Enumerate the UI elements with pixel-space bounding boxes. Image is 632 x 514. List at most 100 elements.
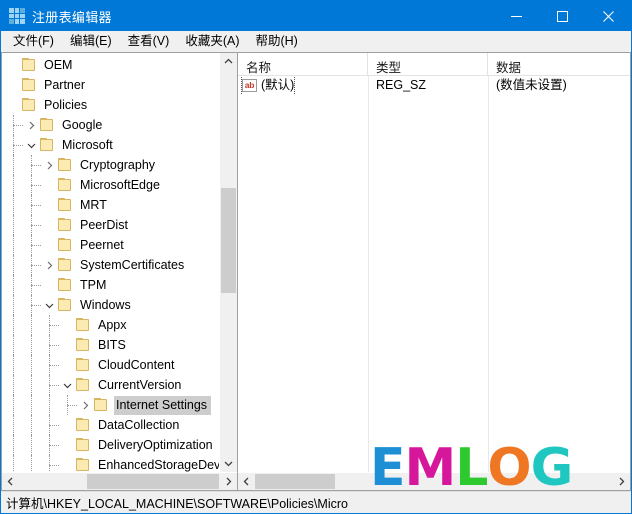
tree-guide-line bbox=[31, 245, 41, 247]
tree-item[interactable]: MRT bbox=[2, 195, 220, 215]
tree-item[interactable]: Policies bbox=[2, 95, 220, 115]
tree-item-label: OEM bbox=[44, 57, 73, 72]
scroll-right-arrow-icon[interactable] bbox=[220, 473, 237, 490]
tree-guide-line bbox=[49, 365, 59, 367]
folder-icon bbox=[75, 358, 91, 372]
value-name-cell[interactable]: ab (默认) bbox=[238, 76, 368, 95]
tree-item[interactable]: OEM bbox=[2, 55, 220, 75]
tree-guide-line bbox=[49, 465, 59, 467]
column-data[interactable]: 数据 bbox=[488, 53, 630, 75]
tree-guide-line bbox=[13, 235, 15, 255]
tree-item[interactable]: TPM bbox=[2, 275, 220, 295]
tree-vertical-scrollbar[interactable] bbox=[219, 53, 237, 472]
tree-item[interactable]: CloudContent bbox=[2, 355, 220, 375]
list-row[interactable]: ab (默认) REG_SZ (数值未设置) bbox=[238, 76, 630, 95]
chevron-right-icon[interactable] bbox=[23, 115, 39, 135]
tree-guide-line bbox=[13, 295, 15, 315]
scroll-down-arrow-icon[interactable] bbox=[220, 455, 237, 472]
folder-icon bbox=[93, 398, 109, 412]
tree-item[interactable]: Google bbox=[2, 115, 220, 135]
tree-twisty-placeholder bbox=[5, 95, 21, 115]
value-name-focus-box: ab (默认) bbox=[240, 76, 296, 95]
folder-icon bbox=[57, 218, 73, 232]
chevron-down-icon[interactable] bbox=[23, 135, 39, 155]
tree-item-label: Partner bbox=[44, 77, 85, 92]
tree-item[interactable]: CurrentVersion bbox=[2, 375, 220, 395]
list-hscroll-thumb[interactable] bbox=[255, 474, 335, 489]
list-scroll-right-arrow-icon[interactable] bbox=[613, 473, 630, 490]
list-hscroll-track[interactable] bbox=[255, 473, 613, 490]
tree-item[interactable]: DeliveryOptimization bbox=[2, 435, 220, 455]
tree-item[interactable]: PeerDist bbox=[2, 215, 220, 235]
tree-guide-line bbox=[49, 425, 59, 427]
chevron-right-icon[interactable] bbox=[77, 395, 93, 415]
tree-guide-line bbox=[49, 385, 59, 387]
tree-item-label: CloudContent bbox=[98, 357, 175, 372]
menu-help[interactable]: 帮助(H) bbox=[247, 32, 305, 51]
menu-edit[interactable]: 编辑(E) bbox=[62, 32, 120, 51]
menu-favorites[interactable]: 收藏夹(A) bbox=[177, 32, 247, 51]
tree-twisty-placeholder bbox=[5, 75, 21, 95]
tree-item[interactable]: MicrosoftEdge bbox=[2, 175, 220, 195]
folder-icon bbox=[57, 178, 73, 192]
tree-guide-line bbox=[31, 335, 33, 355]
tree-item-label: PeerDist bbox=[80, 217, 128, 232]
maximize-button[interactable] bbox=[539, 1, 585, 31]
tree-guide-line bbox=[49, 395, 51, 415]
title-bar: 注册表编辑器 bbox=[1, 1, 631, 31]
tree-guide-line bbox=[31, 305, 41, 307]
tree-item[interactable]: SystemCertificates bbox=[2, 255, 220, 275]
folder-icon bbox=[75, 318, 91, 332]
tree-guide-line bbox=[13, 415, 15, 435]
tree-guide-line bbox=[49, 345, 59, 347]
tree-scroll-thumb[interactable] bbox=[221, 188, 236, 293]
minimize-button[interactable] bbox=[493, 1, 539, 31]
value-type-cell[interactable]: REG_SZ bbox=[368, 76, 488, 95]
chevron-right-icon[interactable] bbox=[41, 255, 57, 275]
tree-item[interactable]: Microsoft bbox=[2, 135, 220, 155]
chevron-right-icon[interactable] bbox=[41, 155, 57, 175]
status-bar: 计算机\HKEY_LOCAL_MACHINE\SOFTWARE\Policies… bbox=[1, 491, 631, 513]
tree-guide-line bbox=[13, 315, 15, 335]
tree-guide-line bbox=[13, 455, 15, 472]
tree-item[interactable]: Windows bbox=[2, 295, 220, 315]
list-scroll-left-arrow-icon[interactable] bbox=[238, 473, 255, 490]
tree-hscroll-track[interactable] bbox=[19, 473, 220, 490]
tree-guide-line bbox=[31, 455, 33, 472]
folder-icon bbox=[57, 158, 73, 172]
registry-tree-pane: OEM Partner Policies Google Microsoft Cryptog… bbox=[1, 52, 237, 491]
tree-item[interactable]: BITS bbox=[2, 335, 220, 355]
tree-item[interactable]: Cryptography bbox=[2, 155, 220, 175]
value-data-cell[interactable]: (数值未设置) bbox=[488, 76, 630, 95]
column-type[interactable]: 类型 bbox=[368, 53, 488, 75]
tree-scroll-track[interactable] bbox=[220, 70, 237, 455]
folder-icon bbox=[57, 238, 73, 252]
tree-item-label: Cryptography bbox=[80, 157, 156, 172]
tree-item[interactable]: DataCollection bbox=[2, 415, 220, 435]
chevron-down-icon[interactable] bbox=[41, 295, 57, 315]
column-name[interactable]: 名称 bbox=[238, 53, 368, 75]
folder-icon bbox=[21, 58, 37, 72]
scroll-up-arrow-icon[interactable] bbox=[220, 53, 237, 70]
menu-file[interactable]: 文件(F) bbox=[5, 32, 62, 51]
list-horizontal-scrollbar[interactable] bbox=[238, 472, 630, 490]
tree-hscroll-thumb[interactable] bbox=[87, 474, 219, 489]
tree-horizontal-scrollbar[interactable] bbox=[2, 472, 237, 490]
tree-twisty-placeholder bbox=[59, 455, 75, 472]
tree-guide-line bbox=[31, 185, 41, 187]
tree-item[interactable]: Appx bbox=[2, 315, 220, 335]
folder-icon bbox=[39, 138, 55, 152]
tree-item[interactable]: Peernet bbox=[2, 235, 220, 255]
status-path: 计算机\HKEY_LOCAL_MACHINE\SOFTWARE\Policies… bbox=[6, 497, 348, 511]
tree-twisty-placeholder bbox=[59, 435, 75, 455]
tree-item[interactable]: Partner bbox=[2, 75, 220, 95]
tree-item[interactable]: EnhancedStorageDevic bbox=[2, 455, 220, 472]
tree-item[interactable]: Internet Settings bbox=[2, 395, 220, 415]
tree-guide-line bbox=[31, 415, 33, 435]
menu-view[interactable]: 查看(V) bbox=[120, 32, 178, 51]
tree-guide-line bbox=[13, 155, 15, 175]
tree-guide-line bbox=[31, 285, 41, 287]
chevron-down-icon[interactable] bbox=[59, 375, 75, 395]
scroll-left-arrow-icon[interactable] bbox=[2, 473, 19, 490]
close-button[interactable] bbox=[585, 1, 631, 31]
